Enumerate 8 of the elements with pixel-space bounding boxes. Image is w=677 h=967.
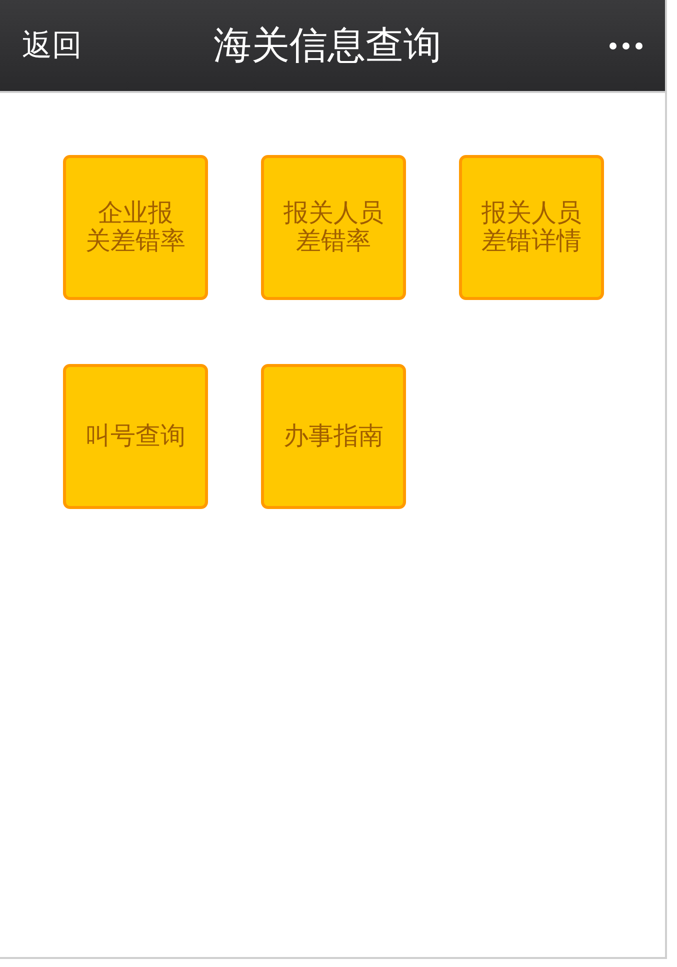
menu-tile[interactable]: 叫号查询 <box>63 364 208 509</box>
menu-tile[interactable]: 办事指南 <box>261 364 406 509</box>
more-icon[interactable] <box>609 42 643 50</box>
page-title: 海关信息查询 <box>212 26 442 64</box>
menu-tile[interactable]: 报关人员 差错率 <box>261 155 406 300</box>
menu-tile[interactable]: 企业报 关差错率 <box>63 155 208 300</box>
back-button[interactable]: 返回 <box>22 30 122 60</box>
menu-tile[interactable]: 报关人员 差错详情 <box>459 155 604 300</box>
